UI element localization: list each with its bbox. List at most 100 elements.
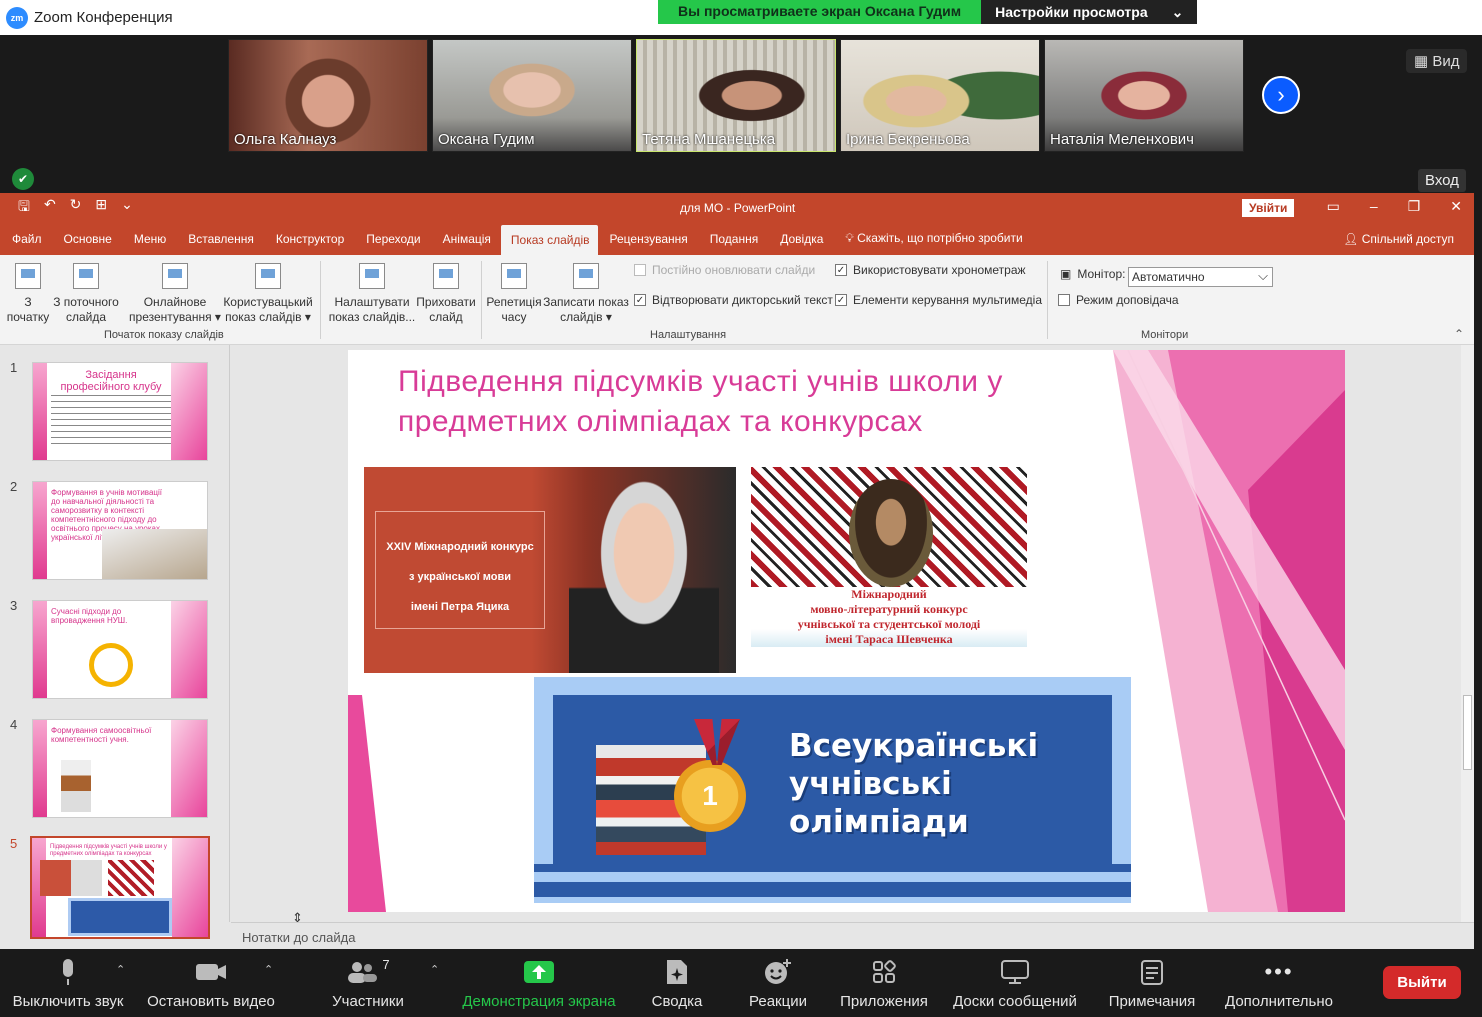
- mute-options-caret[interactable]: ⌃: [116, 963, 125, 976]
- monitor-select[interactable]: Автоматично: [1128, 267, 1273, 287]
- apps-button[interactable]: Приложения: [836, 957, 932, 1010]
- editor-scrollbar[interactable]: [1461, 345, 1474, 922]
- leave-meeting-button[interactable]: Выйти: [1383, 966, 1461, 999]
- view-settings-button[interactable]: Настройки просмотра ⌄: [981, 0, 1198, 24]
- minimize-icon[interactable]: –: [1370, 198, 1378, 215]
- ribbon-display-icon[interactable]: ▭: [1327, 198, 1340, 215]
- online-present-button[interactable]: Онлайнове презентування ▾: [128, 263, 222, 325]
- scroll-thumb[interactable]: [1463, 695, 1472, 770]
- summary-button[interactable]: Сводка: [644, 957, 710, 1010]
- label-line: З: [24, 295, 32, 309]
- contest-text-box: XXIV Міжнародний конкурс з української м…: [375, 511, 545, 629]
- thumbnail-number: 2: [10, 479, 18, 494]
- rehearse-timings-button[interactable]: Репетиція часу: [484, 263, 544, 325]
- current-slide[interactable]: Підведення підсумків участі учнів школи …: [348, 350, 1345, 912]
- close-icon[interactable]: ✕: [1450, 198, 1462, 215]
- customize-qat-icon[interactable]: ⌄: [121, 196, 133, 220]
- slide-thumbnail-active[interactable]: Підведення підсумків участі учнів школи …: [30, 836, 210, 939]
- whiteboard-icon: [946, 957, 1084, 987]
- figure-with-books: [61, 760, 91, 812]
- hide-slide-button[interactable]: Приховати слайд: [414, 263, 478, 325]
- share-screen-label: Демонстрация экрана: [462, 993, 616, 1010]
- more-label: Дополнительно: [1225, 993, 1333, 1010]
- whiteboards-label: Доски сообщений: [953, 993, 1077, 1010]
- redo-icon[interactable]: ↻: [70, 196, 82, 220]
- more-dots-icon: •••: [1264, 959, 1294, 984]
- banner-stripe: [534, 903, 1131, 912]
- tell-me-search[interactable]: 💡︎ Скажіть, що потрібно зробити: [845, 231, 1022, 255]
- login-button[interactable]: Увійти: [1242, 199, 1295, 217]
- medal-number: 1: [702, 780, 718, 811]
- shield-check-icon[interactable]: ✔: [12, 168, 34, 190]
- from-start-button[interactable]: Зпочатку: [6, 263, 50, 325]
- collapse-ribbon-icon[interactable]: ⌃: [1454, 327, 1464, 341]
- tab-home[interactable]: Основне: [52, 232, 122, 255]
- enter-button[interactable]: Вход: [1418, 169, 1466, 192]
- notes-button[interactable]: Примечания: [1104, 957, 1200, 1010]
- group-label: Монітори: [1141, 329, 1189, 341]
- next-page-button[interactable]: ›: [1262, 76, 1300, 114]
- thumbnail-title: Сучасні підходи до впровадження НУШ.: [51, 607, 128, 625]
- label-line: Налаштувати: [334, 295, 410, 309]
- tab-view[interactable]: Подання: [698, 232, 768, 255]
- lightbulb-icon: 💡︎: [845, 231, 858, 245]
- grid-icon: ▦: [1414, 53, 1433, 70]
- checkbox-play-narration[interactable]: ✓ Відтворювати дикторський текст: [634, 293, 833, 307]
- group-label: Початок показу слайдів: [104, 329, 224, 341]
- checkbox-box-checked: ✓: [634, 294, 646, 306]
- checkbox-keep-updated[interactable]: Постійно оновлювати слайди: [634, 263, 815, 277]
- reactions-button[interactable]: Реакции: [744, 957, 812, 1010]
- participant-tile[interactable]: Ірина Бекреньова: [840, 39, 1040, 152]
- tab-design[interactable]: Конструктор: [264, 232, 354, 255]
- participant-tile[interactable]: Ольга Калнауз: [228, 39, 428, 152]
- banner-line: Всеукраїнські: [789, 728, 1039, 764]
- chevron-right-icon: ›: [1277, 82, 1285, 107]
- tab-slideshow[interactable]: Показ слайдів: [500, 225, 598, 255]
- tab-transitions[interactable]: Переходи: [354, 232, 430, 255]
- slide-thumbnail[interactable]: Сучасні підходи до впровадження НУШ.: [32, 600, 208, 699]
- participant-tile[interactable]: Оксана Гудим: [432, 39, 632, 152]
- tab-menu[interactable]: Меню: [122, 232, 176, 255]
- participant-tile[interactable]: Наталія Меленхович: [1044, 39, 1244, 152]
- tab-file[interactable]: Файл: [0, 232, 52, 255]
- group-label: Налаштування: [650, 329, 727, 341]
- nush-logo: [89, 643, 133, 687]
- from-current-button[interactable]: З поточного слайда: [50, 263, 122, 325]
- tab-animations[interactable]: Анімація: [431, 232, 501, 255]
- caption-line: мовно-літературний конкурс: [810, 602, 968, 616]
- share-screen-button[interactable]: Демонстрация экрана: [458, 957, 620, 1010]
- undo-icon[interactable]: ↶: [44, 196, 56, 220]
- video-options-caret[interactable]: ⌃: [264, 963, 273, 976]
- setup-show-button[interactable]: Налаштувати показ слайдів...: [328, 263, 416, 325]
- participants-button[interactable]: 7 Участники: [318, 957, 418, 1010]
- tab-help[interactable]: Довідка: [768, 232, 833, 255]
- more-button[interactable]: ••• Дополнительно: [1220, 957, 1338, 1010]
- share-access-button[interactable]: 👤︎ Спільний доступ: [1343, 232, 1454, 246]
- checkbox-presenter-view[interactable]: Режим доповідача: [1058, 293, 1179, 307]
- save-icon[interactable]: 🖫: [18, 196, 30, 220]
- custom-show-button[interactable]: Користувацький показ слайдів ▾: [222, 263, 314, 325]
- decor: [172, 838, 208, 937]
- checkbox-media-controls[interactable]: ✓ Елементи керування мультимедіа: [835, 293, 1042, 307]
- stop-video-button[interactable]: Остановить видео: [144, 957, 278, 1010]
- person-icon: 👤︎: [1343, 232, 1362, 246]
- notes-pane[interactable]: Нотатки до слайда: [231, 922, 1474, 949]
- powerpoint-window: 🖫 ↶ ↻ ⊞ ⌄ для МО - PowerPoint Увійти ▭ –…: [0, 193, 1474, 949]
- mute-button[interactable]: Выключить звук: [8, 957, 128, 1010]
- participants-options-caret[interactable]: ⌃: [430, 963, 439, 976]
- label-line: показ слайдів ▾: [225, 310, 311, 324]
- tab-insert[interactable]: Вставлення: [176, 232, 264, 255]
- tab-review[interactable]: Рецензування: [598, 232, 698, 255]
- whiteboards-button[interactable]: Доски сообщений: [946, 957, 1084, 1010]
- present-icon[interactable]: ⊞: [95, 196, 107, 220]
- thumbnail-number: 1: [10, 360, 18, 375]
- participant-tile-active-speaker[interactable]: Тетяна Мшанецька: [636, 39, 836, 152]
- slide-thumbnail[interactable]: Формування самоосвітньої компетентності …: [32, 719, 208, 818]
- restore-icon[interactable]: ❐: [1408, 198, 1421, 215]
- label-line: Репетиція: [486, 295, 542, 309]
- checkbox-use-timings[interactable]: ✓ Використовувати хронометраж: [835, 263, 1026, 277]
- record-show-button[interactable]: Записати показ слайдів ▾: [542, 263, 630, 325]
- view-button[interactable]: ▦ Вид: [1406, 49, 1468, 73]
- slide-thumbnail[interactable]: Формування в учнів мотивації до навчальн…: [32, 481, 208, 580]
- slide-thumbnail[interactable]: Засідання професійного клубу: [32, 362, 208, 461]
